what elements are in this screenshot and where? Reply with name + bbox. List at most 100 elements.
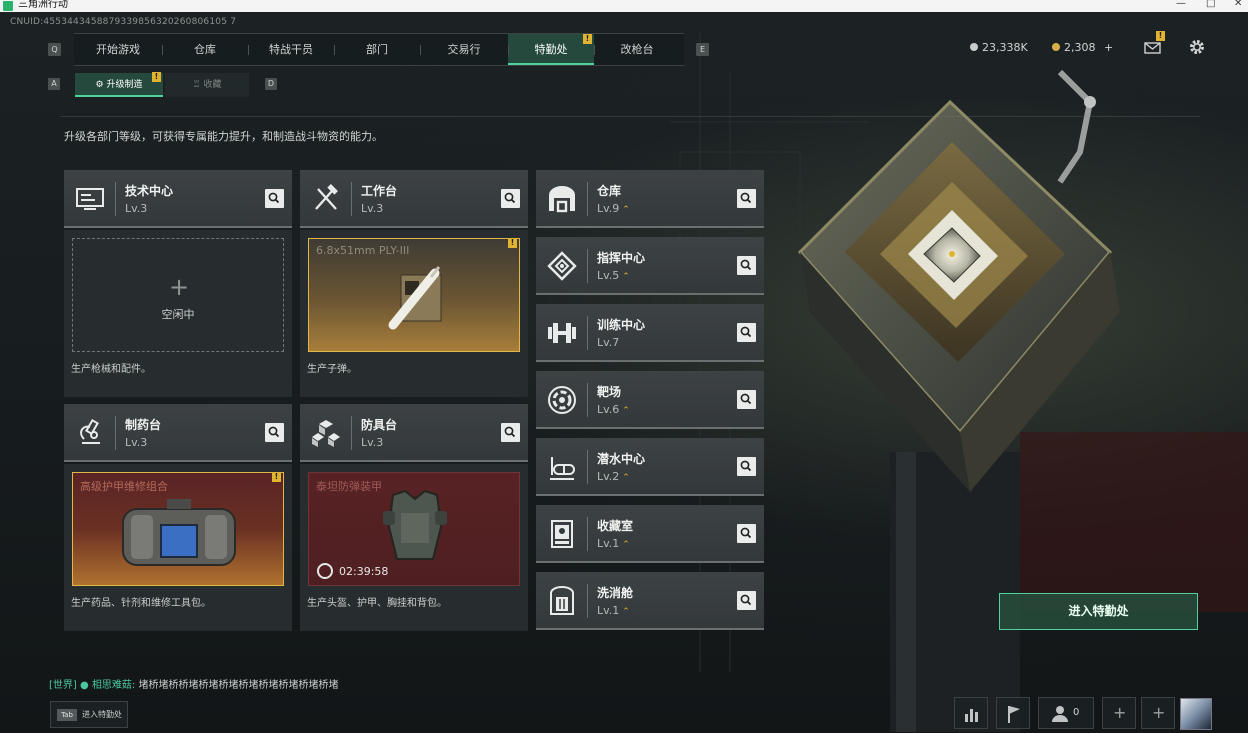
player-avatar[interactable] xyxy=(1180,698,1212,730)
facility-level-value: Lv.6 xyxy=(597,403,620,416)
maximize-button[interactable]: □ xyxy=(1206,0,1215,10)
cubes-icon xyxy=(312,420,340,447)
tab-trading[interactable]: 交易行 xyxy=(420,34,508,65)
production-slot-ammo[interactable]: 6.8x51mm PLY-III ! xyxy=(308,238,520,352)
facility-pharmacy[interactable]: 制药台 Lv.3 xyxy=(64,404,292,462)
tab-start-game[interactable]: 开始游戏 xyxy=(74,34,162,65)
inspect-button[interactable] xyxy=(737,591,756,610)
production-slot-armor[interactable]: 泰坦防弹装甲 02:39:58 xyxy=(308,472,520,586)
production-panel-armor-bench: 泰坦防弹装甲 02:39:58 生产头盔、护甲、胸挂和背包。 xyxy=(300,464,528,631)
inspect-button[interactable] xyxy=(737,457,756,476)
facility-level: Lv.1 ⌃ xyxy=(597,604,630,617)
facility-diving-center[interactable]: 潜水中心 Lv.2 ⌃ xyxy=(536,438,764,496)
tab-warehouse[interactable]: 仓库 xyxy=(162,34,248,65)
warehouse-icon xyxy=(549,186,575,213)
facility-command-center[interactable]: 指挥中心 Lv.5 ⌃ xyxy=(536,237,764,295)
silver-amount: 23,338K xyxy=(982,41,1028,54)
facility-shooting-range[interactable]: 靶场 Lv.6 ⌃ xyxy=(536,371,764,429)
tab-operators[interactable]: 特战干员 xyxy=(248,34,334,65)
main-nav: Q 开始游戏 仓库 特战干员 部门 交易行 特勤处 ! 改枪台 E xyxy=(46,33,716,66)
armor-vest-image xyxy=(383,489,447,560)
add-currency-button[interactable]: + xyxy=(1104,41,1113,54)
monitor-icon xyxy=(76,188,104,210)
gear-icon xyxy=(1190,40,1204,54)
facility-training-center[interactable]: 训练中心 Lv.7 xyxy=(536,304,764,362)
upgrade-available-icon: ⌃ xyxy=(622,406,630,416)
flag-button[interactable] xyxy=(996,697,1030,729)
chat-message: 堵桥堵桥桥堵桥堵桥堵桥堵桥堵桥堵桥堵桥堵 xyxy=(138,680,339,691)
silver-coin-icon xyxy=(970,43,978,51)
production-panel-pharmacy: 高级护甲维修组合 ! 生产药品、针剂和维修工具包。 xyxy=(64,464,292,631)
divider xyxy=(60,116,1200,117)
flag-icon xyxy=(1008,706,1020,723)
inspect-button[interactable] xyxy=(737,256,756,275)
subtab-collection[interactable]: ♖ 收藏 xyxy=(165,73,249,97)
tab-key: Tab xyxy=(57,709,77,721)
tab-shortcut-hint[interactable]: Tab 进入特勤处 xyxy=(50,701,128,728)
friends-button[interactable]: 0 xyxy=(1038,697,1094,729)
close-button[interactable]: ✕ xyxy=(1234,0,1242,10)
search-icon xyxy=(740,527,752,539)
search-icon xyxy=(740,594,752,606)
divider xyxy=(587,316,588,350)
facility-workbench[interactable]: 工作台 Lv.3 xyxy=(300,170,528,228)
facility-level: Lv.3 xyxy=(361,436,384,449)
mail-button[interactable]: ! xyxy=(1143,31,1165,56)
facility-level: Lv.3 xyxy=(361,202,384,215)
search-icon xyxy=(740,326,752,338)
microscope-icon xyxy=(80,418,100,444)
facility-name: 工作台 xyxy=(361,184,398,198)
inspect-button[interactable] xyxy=(737,189,756,208)
slot-status: 空闲中 xyxy=(161,308,195,321)
nav-next-key[interactable]: E xyxy=(696,43,709,56)
gold-currency[interactable]: 2,308 + xyxy=(1052,41,1113,54)
game-screen: CNUID:4553443458879339856320260806105 7 … xyxy=(0,12,1248,733)
inspect-button[interactable] xyxy=(501,189,520,208)
settings-button[interactable] xyxy=(1187,38,1207,56)
silver-currency: 23,338K xyxy=(970,41,1028,54)
enter-special-ops-button[interactable]: 进入特勤处 xyxy=(999,593,1198,630)
facility-name: 仓库 xyxy=(597,184,622,198)
inspect-button[interactable] xyxy=(501,423,520,442)
world-chat-message[interactable]: [世界] ● 相思难菇: 堵桥堵桥桥堵桥堵桥堵桥堵桥堵桥堵桥堵桥堵 xyxy=(49,676,338,691)
facility-level: Lv.2 ⌃ xyxy=(597,470,630,483)
facility-collection-room[interactable]: 收藏室 Lv.1 ⌃ xyxy=(536,505,764,563)
inspect-button[interactable] xyxy=(737,524,756,543)
facility-name: 技术中心 xyxy=(125,184,174,198)
facility-name: 指挥中心 xyxy=(597,251,646,265)
timer-icon xyxy=(317,563,333,579)
facility-decontamination[interactable]: 洗消舱 Lv.1 ⌃ xyxy=(536,572,764,630)
tools-icon xyxy=(315,184,338,210)
facility-level-value: Lv.5 xyxy=(597,269,620,282)
minimize-button[interactable]: — xyxy=(1176,0,1186,10)
add-slot-button-2[interactable]: + xyxy=(1141,697,1175,729)
facility-warehouse[interactable]: 仓库 Lv.9 ⌃ xyxy=(536,170,764,228)
add-slot-button-1[interactable]: + xyxy=(1102,697,1136,729)
subtab-upgrade-craft[interactable]: ⚙ 升级制造 ! xyxy=(75,72,163,97)
window-titlebar: 三角洲行动 — □ ✕ xyxy=(0,0,1248,12)
tab-department[interactable]: 部门 xyxy=(334,34,420,65)
inspect-button[interactable] xyxy=(737,323,756,342)
production-slot-idle[interactable]: + 空闲中 xyxy=(72,238,284,352)
tab-special-ops[interactable]: 特勤处 ! xyxy=(508,34,594,65)
facility-description: 生产头盔、护甲、胸挂和背包。 xyxy=(307,598,447,609)
inspect-button[interactable] xyxy=(265,423,284,442)
tab-hint-label: 进入特勤处 xyxy=(82,710,122,719)
divider xyxy=(115,416,116,450)
subnav-next-key[interactable]: D xyxy=(265,78,277,90)
item-name: 泰坦防弹装甲 xyxy=(316,480,382,493)
tab-gunsmith[interactable]: 改枪台 xyxy=(594,34,680,65)
inspect-button[interactable] xyxy=(265,189,284,208)
facility-tech-center[interactable]: 技术中心 Lv.3 xyxy=(64,170,292,228)
facility-armor-bench[interactable]: 防具台 Lv.3 xyxy=(300,404,528,462)
stats-button[interactable] xyxy=(954,697,988,729)
facility-level: Lv.6 ⌃ xyxy=(597,403,630,416)
facility-name: 防具台 xyxy=(361,418,398,432)
upgrade-available-icon: ⌃ xyxy=(622,473,630,483)
collection-icon: ♖ xyxy=(192,80,201,90)
subnav-prev-key[interactable]: A xyxy=(48,78,60,90)
inspect-button[interactable] xyxy=(737,390,756,409)
production-slot-medical[interactable]: 高级护甲维修组合 ! xyxy=(72,472,284,586)
nav-prev-key[interactable]: Q xyxy=(48,43,61,56)
divider xyxy=(115,182,116,216)
